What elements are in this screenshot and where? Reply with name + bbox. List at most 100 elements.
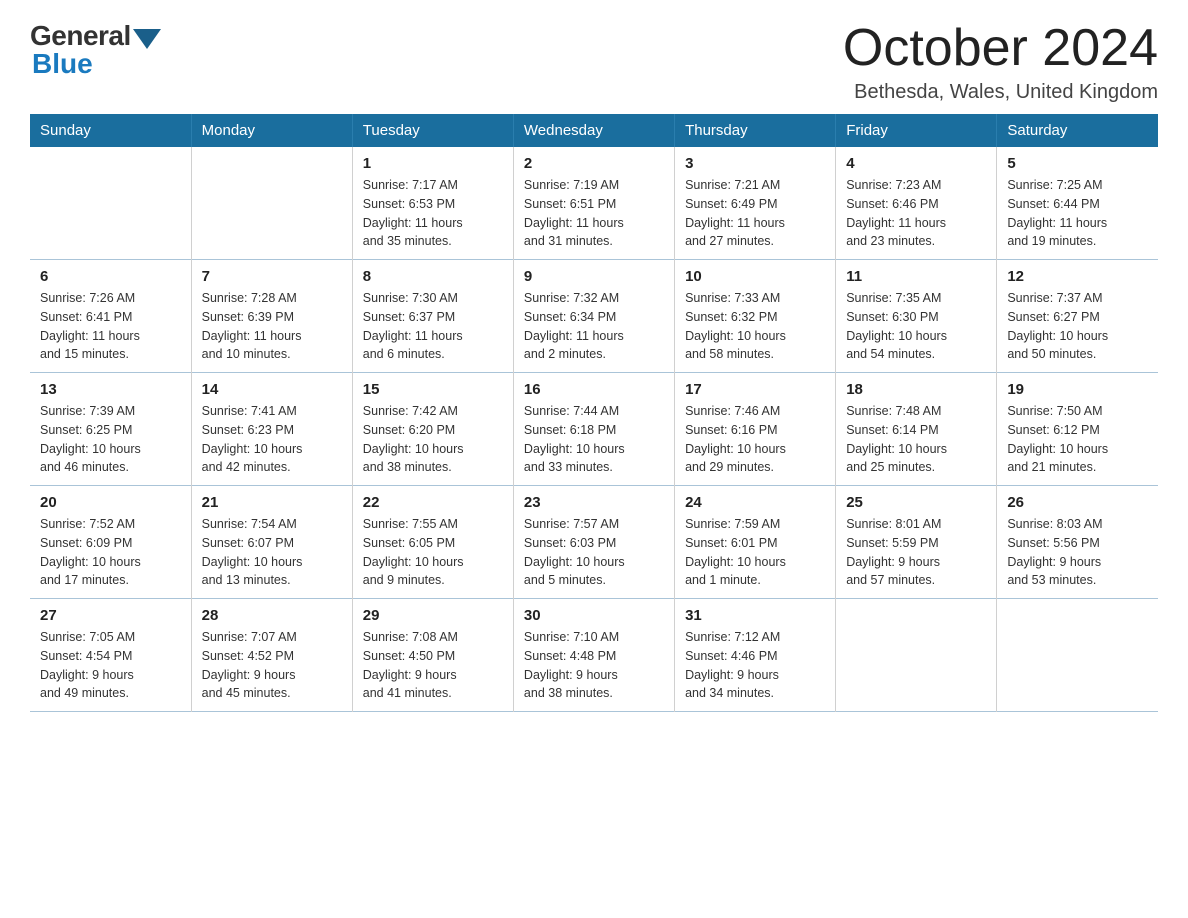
day-info: Sunrise: 7:25 AMSunset: 6:44 PMDaylight:… bbox=[1007, 176, 1148, 251]
day-number: 19 bbox=[1007, 381, 1148, 398]
day-number: 4 bbox=[846, 155, 986, 172]
calendar-cell: 24 Sunrise: 7:59 AMSunset: 6:01 PMDayligh… bbox=[675, 486, 836, 599]
calendar-week-row: 20 Sunrise: 7:52 AMSunset: 6:09 PMDayligh… bbox=[30, 486, 1158, 599]
day-info: Sunrise: 7:54 AMSunset: 6:07 PMDaylight:… bbox=[202, 515, 342, 590]
day-number: 14 bbox=[202, 381, 342, 398]
day-info: Sunrise: 7:57 AMSunset: 6:03 PMDaylight:… bbox=[524, 515, 664, 590]
day-number: 9 bbox=[524, 268, 664, 285]
day-number: 12 bbox=[1007, 268, 1148, 285]
day-info: Sunrise: 7:28 AMSunset: 6:39 PMDaylight:… bbox=[202, 289, 342, 364]
calendar-cell bbox=[30, 147, 191, 260]
day-number: 1 bbox=[363, 155, 503, 172]
day-number: 26 bbox=[1007, 494, 1148, 511]
calendar-cell: 13 Sunrise: 7:39 AMSunset: 6:25 PMDayligh… bbox=[30, 373, 191, 486]
day-info: Sunrise: 7:21 AMSunset: 6:49 PMDaylight:… bbox=[685, 176, 825, 251]
day-number: 3 bbox=[685, 155, 825, 172]
calendar-cell: 14 Sunrise: 7:41 AMSunset: 6:23 PMDayligh… bbox=[191, 373, 352, 486]
day-number: 27 bbox=[40, 607, 181, 624]
calendar-cell: 22Sunrise: 7:55 AMSunset: 6:05 PMDayligh… bbox=[352, 486, 513, 599]
calendar-cell bbox=[997, 599, 1158, 712]
day-number: 31 bbox=[685, 607, 825, 624]
calendar-cell: 7 Sunrise: 7:28 AMSunset: 6:39 PMDaylight… bbox=[191, 260, 352, 373]
day-number: 28 bbox=[202, 607, 342, 624]
calendar-week-row: 1 Sunrise: 7:17 AMSunset: 6:53 PMDaylight… bbox=[30, 147, 1158, 260]
calendar-cell: 1 Sunrise: 7:17 AMSunset: 6:53 PMDaylight… bbox=[352, 147, 513, 260]
day-info: Sunrise: 7:59 AMSunset: 6:01 PMDaylight:… bbox=[685, 515, 825, 590]
calendar-cell: 6Sunrise: 7:26 AMSunset: 6:41 PMDaylight… bbox=[30, 260, 191, 373]
calendar-cell: 30 Sunrise: 7:10 AMSunset: 4:48 PMDayligh… bbox=[513, 599, 674, 712]
calendar-cell: 21 Sunrise: 7:54 AMSunset: 6:07 PMDayligh… bbox=[191, 486, 352, 599]
day-number: 20 bbox=[40, 494, 181, 511]
day-info: Sunrise: 7:50 AMSunset: 6:12 PMDaylight:… bbox=[1007, 402, 1148, 477]
day-info: Sunrise: 7:39 AMSunset: 6:25 PMDaylight:… bbox=[40, 402, 181, 477]
calendar-cell: 3 Sunrise: 7:21 AMSunset: 6:49 PMDaylight… bbox=[675, 147, 836, 260]
day-number: 8 bbox=[363, 268, 503, 285]
day-info: Sunrise: 7:07 AMSunset: 4:52 PMDaylight:… bbox=[202, 628, 342, 703]
day-info: Sunrise: 7:55 AMSunset: 6:05 PMDaylight:… bbox=[363, 515, 503, 590]
day-number: 29 bbox=[363, 607, 503, 624]
day-number: 16 bbox=[524, 381, 664, 398]
day-info: Sunrise: 7:19 AMSunset: 6:51 PMDaylight:… bbox=[524, 176, 664, 251]
day-info: Sunrise: 8:01 AMSunset: 5:59 PMDaylight:… bbox=[846, 515, 986, 590]
day-number: 24 bbox=[685, 494, 825, 511]
calendar-cell: 25 Sunrise: 8:01 AMSunset: 5:59 PMDayligh… bbox=[836, 486, 997, 599]
day-info: Sunrise: 7:42 AMSunset: 6:20 PMDaylight:… bbox=[363, 402, 503, 477]
day-number: 21 bbox=[202, 494, 342, 511]
day-info: Sunrise: 7:26 AMSunset: 6:41 PMDaylight:… bbox=[40, 289, 181, 364]
calendar-header-tuesday: Tuesday bbox=[352, 114, 513, 147]
day-info: Sunrise: 7:05 AMSunset: 4:54 PMDaylight:… bbox=[40, 628, 181, 703]
location-text: Bethesda, Wales, United Kingdom bbox=[843, 81, 1158, 104]
day-info: Sunrise: 7:41 AMSunset: 6:23 PMDaylight:… bbox=[202, 402, 342, 477]
logo-blue-text: Blue bbox=[32, 48, 93, 80]
day-number: 2 bbox=[524, 155, 664, 172]
day-info: Sunrise: 7:30 AMSunset: 6:37 PMDaylight:… bbox=[363, 289, 503, 364]
day-info: Sunrise: 7:35 AMSunset: 6:30 PMDaylight:… bbox=[846, 289, 986, 364]
page-header: General Blue October 2024 Bethesda, Wale… bbox=[30, 20, 1158, 104]
calendar-cell: 29 Sunrise: 7:08 AMSunset: 4:50 PMDayligh… bbox=[352, 599, 513, 712]
day-number: 7 bbox=[202, 268, 342, 285]
calendar-header-monday: Monday bbox=[191, 114, 352, 147]
calendar-header-thursday: Thursday bbox=[675, 114, 836, 147]
day-info: Sunrise: 7:12 AMSunset: 4:46 PMDaylight:… bbox=[685, 628, 825, 703]
calendar-cell: 17Sunrise: 7:46 AMSunset: 6:16 PMDayligh… bbox=[675, 373, 836, 486]
calendar-cell: 31 Sunrise: 7:12 AMSunset: 4:46 PMDayligh… bbox=[675, 599, 836, 712]
day-info: Sunrise: 7:52 AMSunset: 6:09 PMDaylight:… bbox=[40, 515, 181, 590]
calendar-cell: 10Sunrise: 7:33 AMSunset: 6:32 PMDayligh… bbox=[675, 260, 836, 373]
calendar-header-saturday: Saturday bbox=[997, 114, 1158, 147]
calendar-cell: 2 Sunrise: 7:19 AMSunset: 6:51 PMDaylight… bbox=[513, 147, 674, 260]
day-number: 15 bbox=[363, 381, 503, 398]
calendar-cell: 15 Sunrise: 7:42 AMSunset: 6:20 PMDayligh… bbox=[352, 373, 513, 486]
calendar-week-row: 27 Sunrise: 7:05 AMSunset: 4:54 PMDayligh… bbox=[30, 599, 1158, 712]
calendar-header-wednesday: Wednesday bbox=[513, 114, 674, 147]
day-number: 30 bbox=[524, 607, 664, 624]
calendar-cell: 5 Sunrise: 7:25 AMSunset: 6:44 PMDaylight… bbox=[997, 147, 1158, 260]
day-info: Sunrise: 7:37 AMSunset: 6:27 PMDaylight:… bbox=[1007, 289, 1148, 364]
calendar-cell: 18Sunrise: 7:48 AMSunset: 6:14 PMDayligh… bbox=[836, 373, 997, 486]
day-number: 13 bbox=[40, 381, 181, 398]
day-number: 18 bbox=[846, 381, 986, 398]
calendar-cell bbox=[836, 599, 997, 712]
calendar-cell: 27 Sunrise: 7:05 AMSunset: 4:54 PMDayligh… bbox=[30, 599, 191, 712]
calendar-cell: 23 Sunrise: 7:57 AMSunset: 6:03 PMDayligh… bbox=[513, 486, 674, 599]
day-number: 25 bbox=[846, 494, 986, 511]
title-section: October 2024 Bethesda, Wales, United Kin… bbox=[843, 20, 1158, 104]
calendar-cell: 11Sunrise: 7:35 AMSunset: 6:30 PMDayligh… bbox=[836, 260, 997, 373]
day-info: Sunrise: 7:44 AMSunset: 6:18 PMDaylight:… bbox=[524, 402, 664, 477]
day-info: Sunrise: 7:17 AMSunset: 6:53 PMDaylight:… bbox=[363, 176, 503, 251]
calendar-table: SundayMondayTuesdayWednesdayThursdayFrid… bbox=[30, 114, 1158, 712]
day-number: 23 bbox=[524, 494, 664, 511]
calendar-cell: 9Sunrise: 7:32 AMSunset: 6:34 PMDaylight… bbox=[513, 260, 674, 373]
calendar-cell: 16 Sunrise: 7:44 AMSunset: 6:18 PMDayligh… bbox=[513, 373, 674, 486]
day-info: Sunrise: 7:23 AMSunset: 6:46 PMDaylight:… bbox=[846, 176, 986, 251]
calendar-cell: 4 Sunrise: 7:23 AMSunset: 6:46 PMDaylight… bbox=[836, 147, 997, 260]
day-info: Sunrise: 7:10 AMSunset: 4:48 PMDaylight:… bbox=[524, 628, 664, 703]
day-info: Sunrise: 7:08 AMSunset: 4:50 PMDaylight:… bbox=[363, 628, 503, 703]
day-info: Sunrise: 8:03 AMSunset: 5:56 PMDaylight:… bbox=[1007, 515, 1148, 590]
day-number: 5 bbox=[1007, 155, 1148, 172]
logo-arrow-icon bbox=[133, 29, 161, 49]
calendar-header-friday: Friday bbox=[836, 114, 997, 147]
day-info: Sunrise: 7:33 AMSunset: 6:32 PMDaylight:… bbox=[685, 289, 825, 364]
month-title: October 2024 bbox=[843, 20, 1158, 77]
calendar-week-row: 13 Sunrise: 7:39 AMSunset: 6:25 PMDayligh… bbox=[30, 373, 1158, 486]
calendar-week-row: 6Sunrise: 7:26 AMSunset: 6:41 PMDaylight… bbox=[30, 260, 1158, 373]
